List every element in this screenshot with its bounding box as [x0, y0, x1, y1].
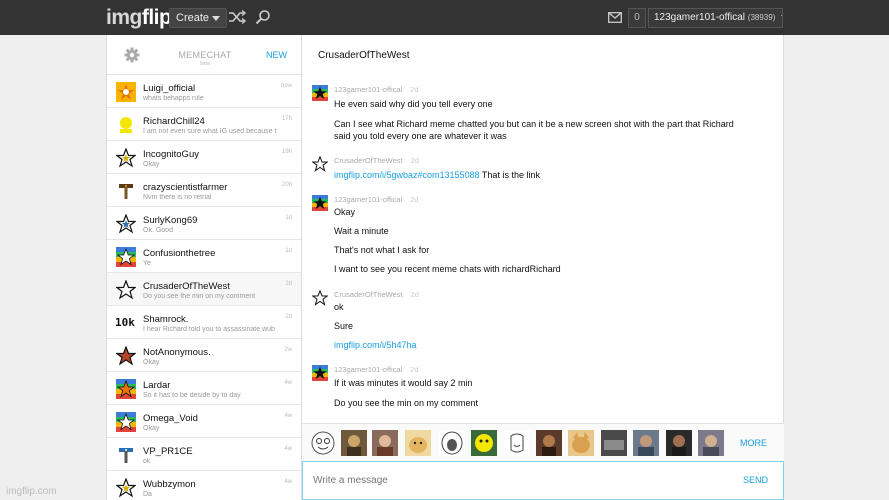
avatar [312, 365, 328, 381]
memechat-subtitle: beta [200, 61, 210, 67]
message-author[interactable]: CrusaderOfTheWest [334, 156, 403, 165]
message-text: That's not what I ask for [334, 245, 430, 255]
message-link[interactable]: imgflip.com/i/5gwbaz#com13155088 [334, 170, 480, 180]
send-button[interactable]: SEND [743, 475, 768, 485]
avatar [116, 148, 136, 168]
message-text: Okay [334, 207, 356, 217]
message-input[interactable] [303, 462, 723, 499]
message-text: If it was minutes it would say 2 min [334, 378, 473, 388]
meme-thumbnail[interactable] [633, 430, 659, 456]
create-button[interactable]: Create [169, 8, 228, 28]
avatar [312, 195, 328, 211]
top-bar: imgflip Create 0 123gamer101-offical (38… [0, 0, 889, 35]
meme-thumbnail[interactable] [405, 430, 431, 456]
avatar [116, 379, 136, 399]
chat-list-item-active[interactable]: CrusaderOfTheWest Do you see the min on … [107, 273, 301, 306]
meme-thumbnail[interactable] [504, 430, 530, 456]
meme-thumbnail[interactable] [341, 430, 367, 456]
message-group: 123gamer101-offical 2d If it was minutes … [312, 365, 772, 410]
message-text: said you told every one are whatever it … [334, 131, 507, 141]
message-group: 123gamer101-offical 2d Okay Wait a minute… [312, 195, 772, 275]
avatar [116, 247, 136, 267]
user-menu[interactable]: 123gamer101-offical (38939) [648, 8, 783, 28]
memechat-title: MEMECHAT [178, 50, 232, 60]
conversation-title: CrusaderOfTheWest [318, 50, 410, 61]
message-author[interactable]: 123gamer101-offical [334, 85, 402, 94]
message-text: Do you see the min on my comment [334, 398, 479, 408]
message-text: Wait a minute [334, 226, 389, 236]
star-avatar [312, 156, 328, 172]
meme-thumbnail[interactable] [698, 430, 724, 456]
chat-list-item[interactable]: VP_PR1CE ok 4w [107, 438, 301, 471]
message-compose: SEND [302, 461, 784, 500]
meme-thumbnail[interactable] [439, 430, 465, 456]
chat-list-item[interactable]: Wubbzymon Da 4w [107, 471, 301, 500]
meme-thumbnail[interactable] [471, 430, 497, 456]
chat-list-item[interactable]: IncognitoGuy Okay 19h [107, 141, 301, 174]
meme-picker-bar: MORE [302, 423, 784, 461]
shuffle-icon[interactable] [228, 9, 246, 25]
chat-list-item[interactable]: Omega_Void Okay 4w [107, 405, 301, 438]
avatar [119, 448, 133, 463]
meme-thumbnail[interactable] [536, 430, 562, 456]
message-author[interactable]: 123gamer101-offical [334, 195, 402, 204]
chat-list-item[interactable]: NotAnonymous. Okay 2w [107, 339, 301, 372]
chevron-down-icon [781, 14, 782, 20]
new-chat-button[interactable]: NEW [266, 50, 287, 60]
message-text: imgflip.com/i/5gwbaz#com13155088 That is… [334, 170, 540, 180]
avatar [116, 478, 136, 498]
meme-thumbnail[interactable] [568, 430, 594, 456]
chat-sidebar: MEMECHAT beta NEW Luigi_official whats b… [106, 35, 302, 500]
avatar [119, 184, 133, 199]
avatar [116, 412, 136, 432]
avatar: 10k [115, 316, 135, 329]
star-avatar [312, 290, 328, 306]
message-author[interactable]: CrusaderOfTheWest [334, 290, 403, 299]
chat-list-item[interactable]: crazyscientistfarmer Nvm there is no ret… [107, 174, 301, 207]
conversation-panel: CrusaderOfTheWest 123gamer101-offical 2d … [302, 35, 784, 500]
message-text: ok [334, 302, 344, 312]
message-group: 123gamer101-offical 2d He even said why d… [312, 85, 772, 145]
meme-thumbnail[interactable] [372, 430, 398, 456]
search-icon[interactable] [255, 9, 271, 25]
gear-icon[interactable] [124, 47, 140, 63]
meme-thumbnail[interactable] [310, 430, 336, 456]
message-group: CrusaderOfTheWest 2d imgflip.com/i/5gwbaz… [312, 156, 772, 186]
message-group: CrusaderOfTheWest 2d ok Sure imgflip.com/… [312, 290, 772, 355]
chat-list-item[interactable]: RichardChill24 I am not even sure what I… [107, 108, 301, 141]
message-text: I want to see you recent meme chats with… [334, 264, 561, 274]
avatar [116, 82, 136, 102]
chat-list-item[interactable]: Confusionthetree Ye 1d [107, 240, 301, 273]
message-text: Sure [334, 321, 354, 331]
chevron-down-icon [212, 15, 221, 21]
message-link[interactable]: imgflip.com/i/5h47ha [334, 340, 417, 350]
imgflip-logo[interactable]: imgflip [106, 6, 172, 30]
chat-list-item[interactable]: 10k Shamrock. I hear Richard told you to… [107, 306, 301, 339]
message-text: imgflip.com/i/5h47ha [334, 339, 766, 351]
avatar [116, 214, 136, 234]
meme-thumbnail[interactable] [666, 430, 692, 456]
chat-list-item[interactable]: Luigi_official whats behapps rule now [107, 75, 301, 108]
sidebar-header: MEMECHAT beta NEW [107, 35, 301, 75]
more-memes-button[interactable]: MORE [740, 438, 767, 448]
watermark: imgflip.com [6, 486, 57, 497]
avatar [116, 115, 136, 135]
avatar [116, 346, 136, 366]
star-avatar [116, 280, 136, 300]
message-author[interactable]: 123gamer101-offical [334, 365, 402, 374]
avatar [312, 85, 328, 101]
chat-list-item[interactable]: SurlyKong69 Ok. Good 1d [107, 207, 301, 240]
mail-icon[interactable] [608, 12, 622, 23]
message-text: He even said why did you tell every one [334, 99, 493, 109]
chat-list-item[interactable]: Lardar So it has to be deside by to day … [107, 372, 301, 405]
message-text: Can I see what Richard meme chatted you … [334, 119, 734, 129]
meme-thumbnail[interactable] [601, 430, 627, 456]
notification-count[interactable]: 0 [628, 8, 646, 28]
